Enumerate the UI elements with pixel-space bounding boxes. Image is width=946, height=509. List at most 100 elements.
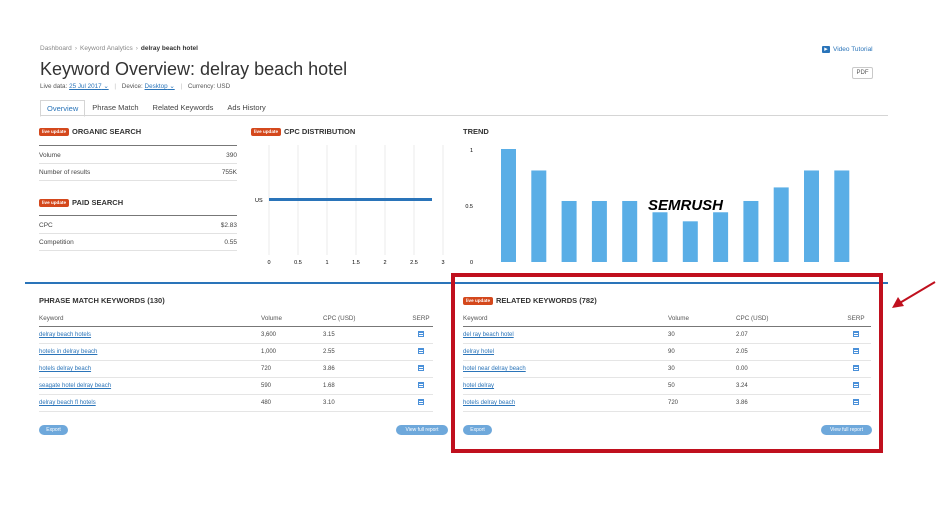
- divider: [39, 163, 237, 164]
- cpc-bar: [269, 198, 432, 201]
- paid-cpc-value: $2.83: [220, 222, 237, 229]
- cpc-cell: 3.86: [323, 360, 409, 378]
- cpc-x-tick: 1: [325, 260, 328, 266]
- tabs: Overview Phrase Match Related Keywords A…: [40, 99, 273, 117]
- table-row: hotels in delray beach 1,000 2.55: [39, 343, 433, 361]
- col-volume: Volume: [261, 311, 323, 327]
- trend-bar: [501, 149, 516, 262]
- organic-volume-row: Volume 390: [39, 152, 237, 159]
- paid-search-title: PAID SEARCH: [72, 198, 124, 207]
- volume-cell: 1,000: [261, 343, 323, 361]
- trend-y-tick: 1: [470, 148, 473, 154]
- phrase-export-button[interactable]: Export: [39, 425, 68, 435]
- serp-icon[interactable]: [418, 399, 424, 405]
- breadcrumb-current: delray beach hotel: [140, 45, 198, 52]
- device-select[interactable]: Desktop: [145, 83, 168, 90]
- phrase-match-title: PHRASE MATCH KEYWORDS (130): [39, 296, 165, 305]
- trend-title: TREND: [463, 127, 489, 136]
- volume-cell: 590: [261, 377, 323, 395]
- cpc-cell: 1.68: [323, 377, 409, 395]
- keyword-link[interactable]: delray beach hotels: [39, 332, 91, 338]
- table-row: hotels delray beach 720 3.86: [39, 360, 433, 378]
- keyword-link[interactable]: seagate hotel delray beach: [39, 383, 111, 389]
- device-label: Device:: [121, 83, 143, 90]
- trend-y-tick: 0: [470, 260, 473, 266]
- volume-cell: 480: [261, 394, 323, 412]
- trend-y-tick: 0.5: [465, 204, 473, 210]
- live-date-select[interactable]: 25 Jul 2017: [69, 83, 102, 90]
- serp-icon[interactable]: [418, 382, 424, 388]
- table-row: delray beach fl hotels 480 3.10: [39, 394, 433, 412]
- trend-header: TREND: [463, 127, 489, 136]
- phrase-match-table: Keyword Volume CPC (USD) SERP delray bea…: [39, 311, 433, 412]
- serp-icon[interactable]: [418, 365, 424, 371]
- cpc-x-tick: 1.5: [352, 260, 360, 266]
- cpc-distribution-title: CPC DISTRIBUTION: [284, 127, 356, 136]
- cpc-distribution-chart: US 0 0.5 1 1.5 2 2.5 3: [255, 145, 445, 266]
- serp-icon[interactable]: [418, 331, 424, 337]
- cpc-x-tick: 2.5: [410, 260, 418, 266]
- cpc-cell: 3.15: [323, 326, 409, 344]
- phrase-match-header: PHRASE MATCH KEYWORDS (130): [39, 296, 165, 305]
- tab-phrase-match[interactable]: Phrase Match: [85, 99, 145, 116]
- trend-chart: 1 0.5 0 SEMRUSH: [465, 148, 850, 266]
- phrase-view-full-report-button[interactable]: View full report: [396, 425, 448, 435]
- video-tutorial-label: Video Tutorial: [833, 46, 873, 53]
- semrush-watermark: SEMRUSH: [648, 197, 724, 214]
- paid-search-header: live update PAID SEARCH: [39, 198, 123, 207]
- divider: [39, 180, 237, 181]
- cpc-x-tick: 0: [267, 260, 270, 266]
- video-tutorial-link[interactable]: ▸ Video Tutorial: [822, 46, 873, 53]
- divider: [39, 145, 237, 146]
- trend-bar: [561, 200, 577, 262]
- serp-icon[interactable]: [418, 348, 424, 354]
- paid-competition-value: 0.55: [224, 239, 237, 246]
- cpc-x-tick: 2: [383, 260, 386, 266]
- tab-divider: [40, 115, 888, 116]
- keyword-link[interactable]: hotels delray beach: [39, 366, 91, 372]
- trend-bar: [591, 200, 607, 262]
- tab-ads-history[interactable]: Ads History: [220, 99, 272, 116]
- breadcrumb-keyword-analytics[interactable]: Keyword Analytics: [80, 45, 133, 52]
- paid-cpc-label: CPC: [39, 222, 53, 229]
- col-serp: SERP: [409, 311, 433, 327]
- keyword-link[interactable]: hotels in delray beach: [39, 349, 97, 355]
- trend-bar: [804, 170, 819, 262]
- paid-competition-label: Competition: [39, 239, 74, 246]
- table-header-row: Keyword Volume CPC (USD) SERP: [39, 311, 433, 327]
- divider: [39, 250, 237, 251]
- chevron-right-icon: ›: [135, 45, 138, 52]
- cpc-y-label: US: [255, 198, 263, 204]
- currency-label: Currency: USD: [187, 83, 231, 90]
- chevron-down-icon: ⌄: [167, 83, 175, 90]
- breadcrumb-dashboard[interactable]: Dashboard: [40, 45, 72, 52]
- table-row: seagate hotel delray beach 590 1.68: [39, 377, 433, 395]
- play-icon: ▸: [822, 46, 830, 53]
- page-title: Keyword Overview: delray beach hotel: [40, 59, 348, 79]
- highlight-box: [451, 273, 883, 453]
- cpc-cell: 3.10: [323, 394, 409, 412]
- cpc-distribution-header: live update CPC DISTRIBUTION: [251, 127, 355, 136]
- meta-bar: Live data: 25 Jul 2017 ⌄ | Device: Deskt…: [40, 83, 231, 90]
- trend-bar: [773, 187, 789, 262]
- live-update-badge: live update: [251, 127, 281, 136]
- divider: [39, 215, 237, 216]
- live-update-badge: live update: [39, 127, 69, 136]
- cpc-x-tick: 3: [441, 260, 444, 266]
- live-update-badge: live update: [39, 198, 69, 207]
- trend-bar: [652, 212, 668, 262]
- keyword-link[interactable]: delray beach fl hotels: [39, 400, 96, 406]
- organic-volume-value: 390: [226, 152, 237, 159]
- pdf-button[interactable]: PDF: [852, 67, 873, 79]
- volume-cell: 3,600: [261, 326, 323, 344]
- trend-bar: [713, 212, 729, 262]
- arrow-icon: [892, 281, 936, 308]
- trend-bar: [834, 170, 850, 262]
- paid-cpc-row: CPC $2.83: [39, 222, 237, 229]
- trend-bar: [622, 200, 638, 262]
- organic-results-label: Number of results: [39, 169, 91, 176]
- tab-related-keywords[interactable]: Related Keywords: [146, 99, 221, 116]
- cpc-x-tick: 0.5: [294, 260, 302, 266]
- col-cpc: CPC (USD): [323, 311, 409, 327]
- trend-bar: [682, 221, 698, 262]
